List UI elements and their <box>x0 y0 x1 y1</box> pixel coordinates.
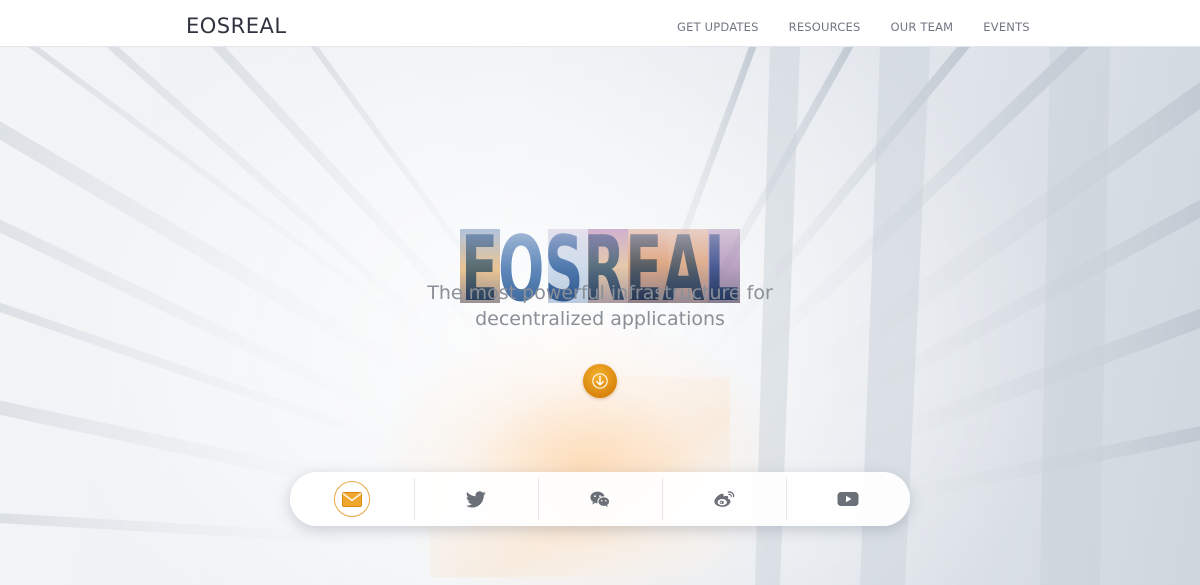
nav-get-updates[interactable]: GET UPDATES <box>677 20 759 34</box>
scroll-down-button[interactable] <box>583 364 617 398</box>
nav-events[interactable]: EVENTS <box>983 20 1030 34</box>
nav-resources[interactable]: RESOURCES <box>789 20 861 34</box>
twitter-icon <box>466 490 486 507</box>
hero-tagline: The most powerful infrastructure for dec… <box>0 280 1200 332</box>
social-twitter[interactable] <box>414 472 538 526</box>
social-wechat[interactable] <box>538 472 662 526</box>
main-nav: GET UPDATES RESOURCES OUR TEAM EVENTS <box>677 20 1060 34</box>
youtube-icon <box>837 492 859 506</box>
brand-logo-text[interactable]: EOSREAL <box>186 14 287 38</box>
top-header: EOSREAL GET UPDATES RESOURCES OUR TEAM E… <box>0 0 1200 47</box>
weibo-icon <box>713 490 734 507</box>
arrow-down-icon <box>592 373 608 389</box>
nav-our-team[interactable]: OUR TEAM <box>890 20 953 34</box>
social-youtube[interactable] <box>786 472 910 526</box>
mail-icon <box>334 481 370 517</box>
social-weibo[interactable] <box>662 472 786 526</box>
social-bar <box>290 472 910 526</box>
tagline-line-2: decentralized applications <box>475 308 725 330</box>
social-mail[interactable] <box>290 472 414 526</box>
tagline-line-1: The most powerful infrastructure for <box>427 282 773 304</box>
wechat-icon <box>590 491 610 507</box>
